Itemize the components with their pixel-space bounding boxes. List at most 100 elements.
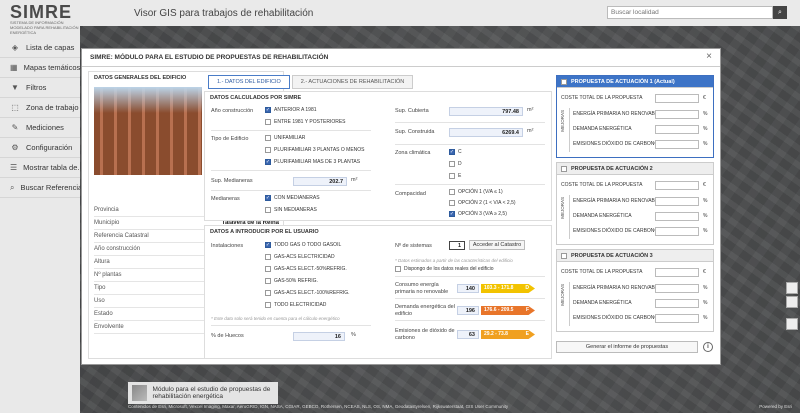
checkbox[interactable] <box>561 78 567 85</box>
zone-option-d[interactable]: D <box>449 161 462 167</box>
checkbox[interactable] <box>265 254 271 260</box>
catastro-button[interactable]: Acceder al Catastro <box>469 240 525 250</box>
brand-title: SIMRE <box>10 1 73 22</box>
tab-actuaciones[interactable]: 2.- ACTUACIONES DE REHABILITACIÓN <box>291 75 414 89</box>
generate-report-button[interactable]: Generar el informe de propuestas <box>556 341 698 353</box>
proposal-demanda-label: DEMANDA ENERGÉTICA <box>573 126 632 132</box>
systems-field[interactable]: 1 <box>449 241 465 250</box>
zoom-out-button[interactable] <box>786 296 798 308</box>
inst-option-5[interactable]: GAS-ACS ELECT.-100%REFRIG. <box>265 290 350 296</box>
checkbox[interactable]: ✓ <box>449 211 455 217</box>
checkbox[interactable] <box>265 119 271 125</box>
checkbox[interactable]: ✓ <box>265 159 271 165</box>
comp-option-1[interactable]: OPCIÓN 1 (V/A ≤ 1) <box>449 189 503 195</box>
inst-option-2[interactable]: GAS-ACS ELECTRICIDAD <box>265 254 335 260</box>
med-option-sin[interactable]: SIN MEDIANERAS <box>265 207 317 213</box>
inst-option-1[interactable]: ✓ TODO GAS O TODO GASOIL <box>265 242 341 248</box>
checkbox[interactable] <box>449 200 455 206</box>
sidebar-item-label: Mapas temáticos <box>23 63 80 72</box>
sidebar-item-table[interactable]: ☰ Mostrar tabla de... <box>0 158 80 178</box>
proposal-coste-field[interactable] <box>655 181 699 190</box>
brand-subtitle: SISTEMA DE INFORMACIÓN MODELADO PARA REH… <box>10 19 79 35</box>
checkbox[interactable]: ✓ <box>265 242 271 248</box>
checkbox[interactable] <box>265 135 271 141</box>
type-option-pluri-3[interactable]: PLURIFAMILIAR 3 PLANTAS O MENOS <box>265 147 365 153</box>
checkbox[interactable]: ✓ <box>265 195 271 201</box>
real-data-checkbox[interactable]: Dispongo de los datos reales del edifici… <box>395 266 494 272</box>
proposal-title: PROPUESTA DE ACTUACIÓN 2 <box>571 165 653 172</box>
sup-construida-field: 6269.4 <box>449 128 523 137</box>
sidebar-item-gear[interactable]: ⚙ Configuración <box>0 138 80 158</box>
map-icon: ▦ <box>10 63 18 72</box>
sidebar-item-work-zone[interactable]: ⬚ Zona de trabajo <box>0 98 80 118</box>
type-option-unifamiliar[interactable]: UNIFAMILIAR <box>265 135 305 141</box>
sidebar-item-ruler[interactable]: ✎ Mediciones <box>0 118 80 138</box>
checkbox[interactable] <box>449 161 455 167</box>
sidebar-item-filter[interactable]: ▼ Filtros <box>0 78 80 98</box>
proposal-energia-field[interactable] <box>655 110 699 119</box>
sidebar-item-search[interactable]: ⌕ Buscar Referencia... <box>0 178 80 198</box>
proposal-header[interactable]: PROPUESTA DE ACTUACIÓN 1 (Actual) <box>557 76 713 88</box>
tab-datos-edificio[interactable]: 1.- DATOS DEL EDIFICIO <box>208 75 290 89</box>
table-icon: ☰ <box>10 163 18 172</box>
zone-option-e[interactable]: E <box>449 173 461 179</box>
checkbox[interactable] <box>265 290 271 296</box>
med-option-con[interactable]: ✓ CON MEDIANERAS <box>265 195 320 201</box>
sidebar-item-layers[interactable]: ◈ Lista de capas <box>0 38 80 58</box>
close-icon[interactable]: × <box>706 51 712 62</box>
comp-option-3[interactable]: ✓ OPCIÓN 3 (V/A ≥ 2,5) <box>449 211 507 217</box>
checkbox[interactable] <box>265 207 271 213</box>
checkbox[interactable] <box>449 173 455 179</box>
compactness-label: Compacidad <box>395 191 426 197</box>
proposal-emisiones-field[interactable] <box>655 314 699 323</box>
checkbox[interactable] <box>265 266 271 272</box>
proposal-emisiones-field[interactable] <box>655 140 699 149</box>
consumo-label: Consumo energía primaria no renovable <box>395 282 449 295</box>
search-input[interactable] <box>607 6 773 19</box>
work-zone-icon: ⬚ <box>11 103 19 112</box>
checkbox[interactable] <box>265 302 271 308</box>
proposal-3: PROPUESTA DE ACTUACIÓN 3 COSTE TOTAL DE L… <box>556 249 714 332</box>
inst-option-3[interactable]: GAS-ACS ELECT.-50%REFRIG. <box>265 266 347 272</box>
checkbox[interactable]: ✓ <box>265 107 271 113</box>
huecos-field[interactable]: 16 <box>293 332 345 341</box>
proposal-energia-field[interactable] <box>655 197 699 206</box>
checkbox[interactable]: ✓ <box>449 149 455 155</box>
sidebar-item-map[interactable]: ▦ Mapas temáticos <box>0 58 80 78</box>
proposal-unit: % <box>703 141 708 147</box>
proposal-emisiones-label: EMISIONES DIÓXIDO DE CARBONO <box>573 141 659 147</box>
proposal-coste-field[interactable] <box>655 268 699 277</box>
zoom-in-button[interactable] <box>786 282 798 294</box>
info-icon[interactable]: i <box>703 342 713 352</box>
option-label: GAS-50% REFRIG. <box>274 278 318 284</box>
search-icon[interactable]: ⌕ <box>773 6 787 19</box>
compass-button[interactable] <box>786 318 798 330</box>
powered-by: Powered by Esri <box>759 404 792 409</box>
divider <box>569 108 570 152</box>
rehab-module-button[interactable]: Módulo para el estudio de propuestas de … <box>128 382 278 404</box>
checkbox[interactable] <box>561 165 567 172</box>
proposal-coste-field[interactable] <box>655 94 699 103</box>
year-option-after-1981[interactable]: ENTRE 1981 Y POSTERIORES <box>265 119 346 125</box>
checkbox[interactable] <box>395 266 401 272</box>
proposal-header[interactable]: PROPUESTA DE ACTUACIÓN 3 <box>557 250 713 262</box>
inst-option-4[interactable]: GAS-50% REFRIG. <box>265 278 318 284</box>
proposal-demanda-field[interactable] <box>655 125 699 134</box>
proposal-demanda-field[interactable] <box>655 299 699 308</box>
type-option-pluri-more-3[interactable]: ✓ PLURIFAMILIAR MAS DE 3 PLANTAS <box>265 159 360 165</box>
proposal-demanda-label: DEMANDA ENERGÉTICA <box>573 300 632 306</box>
proposal-header[interactable]: PROPUESTA DE ACTUACIÓN 2 <box>557 163 713 175</box>
checkbox[interactable] <box>265 147 271 153</box>
comp-option-2[interactable]: OPCIÓN 2 (1 < V/A < 2,5) <box>449 200 516 206</box>
checkbox[interactable] <box>449 189 455 195</box>
checkbox[interactable] <box>265 278 271 284</box>
proposal-energia-field[interactable] <box>655 284 699 293</box>
proposal-energia-label: ENERGÍA PRIMARIA NO RENOVABLE <box>573 285 661 291</box>
checkbox[interactable] <box>561 252 567 259</box>
year-option-before-1981[interactable]: ✓ ANTERIOR A 1981 <box>265 107 317 113</box>
inst-option-6[interactable]: TODO ELECTRICIDAD <box>265 302 326 308</box>
zone-option-c[interactable]: ✓ C <box>449 149 462 155</box>
proposal-emisiones-field[interactable] <box>655 227 699 236</box>
proposal-demanda-field[interactable] <box>655 212 699 221</box>
proposal-unit: % <box>703 111 708 117</box>
